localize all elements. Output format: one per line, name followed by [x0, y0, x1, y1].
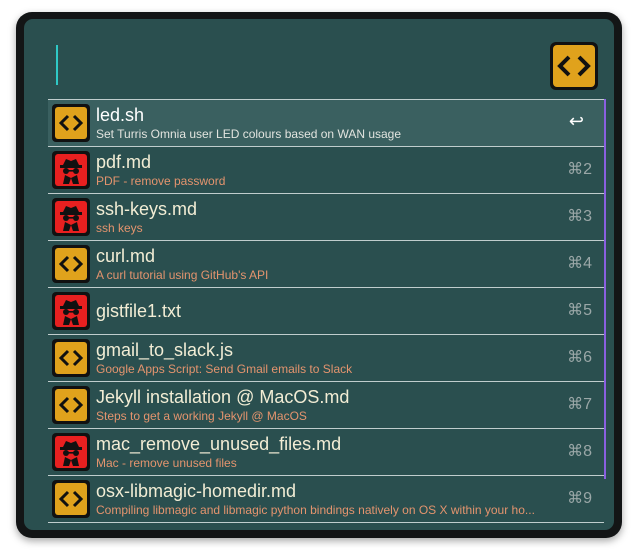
result-subtitle: ssh keys	[96, 221, 143, 235]
result-row[interactable]: gistfile1.txt ⌘5	[48, 287, 604, 334]
result-row[interactable]: gmail_to_slack.js Google Apps Script: Sen…	[48, 334, 604, 381]
spy-icon	[52, 151, 90, 189]
result-subtitle: Compiling libmagic and libmagic python b…	[96, 503, 535, 517]
spy-icon	[52, 198, 90, 236]
shortcut-hint: ⌘4	[567, 255, 592, 272]
spy-icon	[52, 433, 90, 471]
enter-key-hint: ↩	[568, 111, 584, 131]
result-row[interactable]: Jekyll installation @ MacOS.md Steps to g…	[48, 381, 604, 428]
result-row[interactable]: mac_remove_unused_files.md Mac - remove u…	[48, 428, 604, 475]
result-row[interactable]: curl.md A curl tutorial using GitHub's AP…	[48, 240, 604, 287]
result-title: Jekyll installation @ MacOS.md	[96, 387, 350, 407]
code-icon	[52, 104, 90, 142]
result-title: curl.md	[96, 246, 156, 266]
result-subtitle: Set Turris Omnia user LED colours based …	[96, 127, 402, 141]
shortcut-hint: ⌘9	[567, 490, 592, 507]
result-row[interactable]: pdf.md PDF - remove password ⌘2	[48, 146, 604, 193]
code-icon	[52, 386, 90, 424]
shortcut-hint: ⌘8	[567, 443, 592, 460]
spy-icon	[52, 292, 90, 330]
result-row[interactable]: led.sh Set Turris Omnia user LED colours …	[48, 99, 604, 146]
result-subtitle: A curl tutorial using GitHub's API	[96, 268, 269, 282]
shortcut-hint: ⌘6	[567, 349, 592, 366]
result-subtitle: PDF - remove password	[96, 174, 226, 188]
search-area	[48, 39, 588, 94]
code-icon	[52, 339, 90, 377]
result-subtitle: Mac - remove unused files	[96, 456, 237, 470]
result-subtitle: Steps to get a working Jekyll @ MacOS	[96, 409, 307, 423]
result-subtitle: Google Apps Script: Send Gmail emails to…	[96, 362, 353, 376]
result-title: ssh-keys.md	[96, 199, 198, 219]
alfred-window: led.sh Set Turris Omnia user LED colours …	[16, 12, 622, 538]
code-icon	[52, 245, 90, 283]
launcher-panel: led.sh Set Turris Omnia user LED colours …	[24, 19, 614, 530]
results-list: led.sh Set Turris Omnia user LED colours …	[48, 99, 606, 524]
shortcut-hint: ⌘3	[567, 208, 592, 225]
shortcut-hint: ⌘5	[567, 302, 592, 319]
search-input[interactable]	[62, 45, 546, 87]
shortcut-hint: ⌘7	[567, 396, 592, 413]
result-row[interactable]: osx-libmagic-homedir.md Compiling libmagi…	[48, 475, 604, 523]
result-title: pdf.md	[96, 152, 152, 172]
result-title: osx-libmagic-homedir.md	[96, 481, 297, 501]
result-row[interactable]: ssh-keys.md ssh keys ⌘3	[48, 193, 604, 240]
result-title: mac_remove_unused_files.md	[96, 434, 342, 454]
result-title: gmail_to_slack.js	[96, 340, 234, 360]
code-icon	[550, 42, 598, 90]
shortcut-hint: ⌘2	[567, 161, 592, 178]
text-caret	[56, 45, 58, 85]
result-title: led.sh	[96, 105, 145, 125]
result-title: gistfile1.txt	[96, 301, 182, 321]
code-icon	[52, 480, 90, 518]
scrollbar[interactable]	[604, 99, 606, 479]
